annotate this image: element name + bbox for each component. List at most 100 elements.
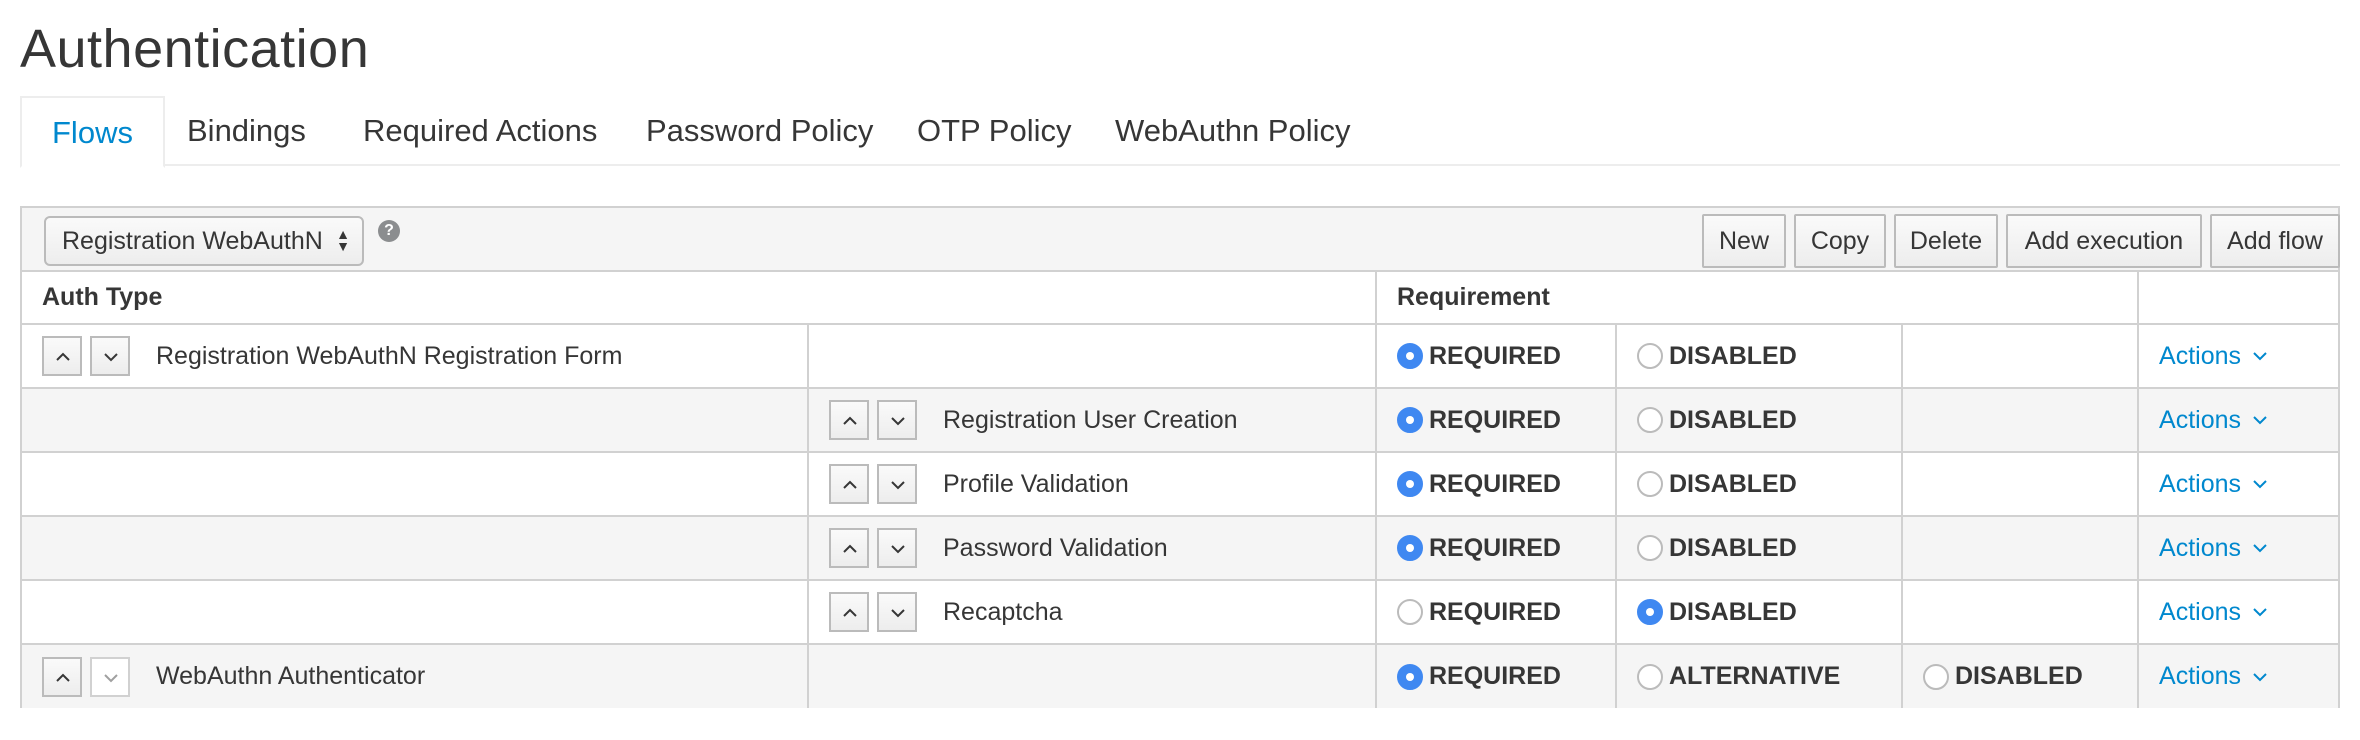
- move-up-button[interactable]: [829, 592, 869, 632]
- radio-disabled[interactable]: DISABLED: [1617, 598, 1901, 627]
- requirement-cell: REQUIRED: [1376, 452, 1617, 517]
- chevron-down-icon: [2253, 672, 2267, 681]
- executions-table: Auth Type Requirement Registration WebAu…: [22, 272, 2339, 708]
- chevron-down-icon: [104, 673, 118, 682]
- requirement-cell: REQUIRED: [1376, 580, 1617, 645]
- move-down-button[interactable]: [877, 400, 917, 440]
- move-up-button[interactable]: [829, 464, 869, 504]
- actions-dropdown[interactable]: Actions: [2139, 534, 2338, 563]
- move-up-button[interactable]: [42, 336, 82, 376]
- radio-disabled[interactable]: DISABLED: [1617, 534, 1901, 563]
- chevron-down-icon: [2253, 416, 2267, 425]
- empty-cell: [22, 452, 809, 517]
- move-up-button[interactable]: [42, 656, 82, 697]
- requirement-cell: [1902, 452, 2140, 517]
- table-row: Password Validation REQUIRED DISABLED Ac…: [22, 516, 2339, 581]
- tab-bar: Flows Bindings Required Actions Password…: [20, 96, 2340, 168]
- tab-flows[interactable]: Flows: [20, 96, 165, 168]
- add-execution-button[interactable]: Add execution: [2006, 214, 2202, 268]
- actions-header: [2138, 272, 2339, 325]
- move-up-button[interactable]: [829, 528, 869, 568]
- radio-required[interactable]: REQUIRED: [1377, 534, 1615, 563]
- table-row: WebAuthn Authenticator REQUIRED ALTERNAT…: [22, 644, 2339, 708]
- actions-dropdown[interactable]: Actions: [2139, 406, 2338, 435]
- actions-dropdown[interactable]: Actions: [2139, 662, 2338, 691]
- chevron-up-icon: [843, 416, 857, 425]
- radio-dot: [1637, 343, 1663, 369]
- actions-cell: Actions: [2138, 644, 2339, 708]
- auth-type-cell: Registration WebAuthN Registration Form: [22, 324, 809, 389]
- actions-dropdown[interactable]: Actions: [2139, 470, 2338, 499]
- requirement-cell: REQUIRED: [1376, 516, 1617, 581]
- radio-dot: [1637, 407, 1663, 433]
- page-title: Authentication: [20, 19, 370, 79]
- tab-bindings[interactable]: Bindings: [187, 96, 306, 166]
- requirement-cell: DISABLED: [1616, 516, 1903, 581]
- requirement-cell: REQUIRED: [1376, 644, 1617, 708]
- copy-button[interactable]: Copy: [1794, 214, 1886, 268]
- chevron-down-icon: [104, 353, 118, 362]
- radio-dot: [1397, 599, 1423, 625]
- requirement-cell: ALTERNATIVE: [1616, 644, 1903, 708]
- chevron-down-icon: [891, 609, 905, 618]
- requirement-cell: DISABLED: [1902, 644, 2140, 708]
- radio-disabled[interactable]: DISABLED: [1617, 406, 1901, 435]
- delete-button[interactable]: Delete: [1894, 214, 1998, 268]
- auth-type-cell: Registration User Creation: [808, 388, 1377, 453]
- radio-dot: [1637, 535, 1663, 561]
- move-down-button[interactable]: [90, 336, 130, 376]
- new-button[interactable]: New: [1702, 214, 1786, 268]
- requirement-cell: DISABLED: [1616, 324, 1903, 389]
- requirement-cell: REQUIRED: [1376, 324, 1617, 389]
- requirement-cell: [1902, 324, 2140, 389]
- tab-required-actions[interactable]: Required Actions: [363, 96, 597, 166]
- auth-type-header: Auth Type: [22, 272, 1377, 325]
- radio-dot: [1397, 471, 1423, 497]
- execution-name: Password Validation: [943, 533, 1168, 562]
- radio-dot: [1923, 663, 1949, 690]
- flow-toolbar: Registration WebAuthN ▲ ▼ ? New Copy Dele…: [22, 208, 2340, 272]
- execution-name: Registration WebAuthN Registration Form: [156, 341, 623, 370]
- chevron-down-icon: [891, 481, 905, 490]
- move-up-button[interactable]: [829, 400, 869, 440]
- radio-disabled[interactable]: DISABLED: [1617, 342, 1901, 371]
- chevron-down-icon: [891, 417, 905, 426]
- add-flow-button[interactable]: Add flow: [2210, 214, 2340, 268]
- move-down-button[interactable]: [877, 592, 917, 632]
- radio-required[interactable]: REQUIRED: [1377, 470, 1615, 499]
- tab-webauthn-policy[interactable]: WebAuthn Policy: [1115, 96, 1351, 166]
- requirement-cell: REQUIRED: [1376, 388, 1617, 453]
- radio-required[interactable]: REQUIRED: [1377, 662, 1615, 691]
- auth-type-cell: Profile Validation: [808, 452, 1377, 517]
- select-arrows-icon: ▲ ▼: [336, 226, 350, 254]
- empty-cell: [808, 644, 1377, 708]
- actions-cell: Actions: [2138, 516, 2339, 581]
- actions-dropdown[interactable]: Actions: [2139, 598, 2338, 627]
- auth-type-cell: Password Validation: [808, 516, 1377, 581]
- chevron-down-icon: [891, 545, 905, 554]
- radio-required[interactable]: REQUIRED: [1377, 598, 1615, 627]
- flows-panel: Registration WebAuthN ▲ ▼ ? New Copy Dele…: [20, 206, 2340, 708]
- empty-cell: [808, 324, 1377, 389]
- flow-select[interactable]: Registration WebAuthN ▲ ▼: [44, 216, 364, 266]
- actions-dropdown[interactable]: Actions: [2139, 342, 2338, 371]
- requirement-cell: DISABLED: [1616, 452, 1903, 517]
- move-down-button[interactable]: [90, 656, 130, 697]
- move-down-button[interactable]: [877, 464, 917, 504]
- radio-alternative[interactable]: ALTERNATIVE: [1617, 662, 1901, 691]
- requirement-cell: [1902, 388, 2140, 453]
- radio-required[interactable]: REQUIRED: [1377, 406, 1615, 435]
- empty-cell: [22, 516, 809, 581]
- move-down-button[interactable]: [877, 528, 917, 568]
- actions-cell: Actions: [2138, 580, 2339, 645]
- radio-required[interactable]: REQUIRED: [1377, 342, 1615, 371]
- tab-password-policy[interactable]: Password Policy: [646, 96, 873, 166]
- chevron-down-icon: [2253, 608, 2267, 617]
- chevron-up-icon: [843, 480, 857, 489]
- execution-name: Profile Validation: [943, 469, 1129, 498]
- chevron-up-icon: [843, 544, 857, 553]
- question-circle-icon[interactable]: ?: [378, 220, 400, 242]
- tab-otp-policy[interactable]: OTP Policy: [917, 96, 1071, 166]
- radio-disabled[interactable]: DISABLED: [1903, 662, 2137, 691]
- radio-disabled[interactable]: DISABLED: [1617, 470, 1901, 499]
